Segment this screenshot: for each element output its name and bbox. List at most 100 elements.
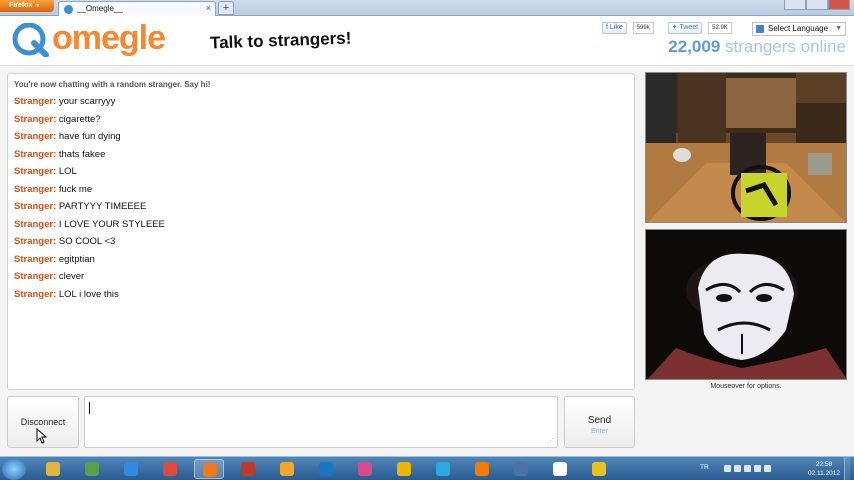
chat-message: Stranger: have fun dying bbox=[14, 128, 628, 146]
save-icon bbox=[514, 462, 528, 476]
firefox-menu-button[interactable]: Firefox ▼ bbox=[0, 0, 54, 12]
tagline: Talk to strangers! bbox=[209, 28, 352, 53]
yellow-app-icon bbox=[592, 462, 606, 476]
network-tray-icon[interactable] bbox=[734, 465, 741, 472]
like-count: 599k bbox=[632, 22, 654, 34]
chrome-icon bbox=[163, 462, 177, 476]
taskbar-button[interactable] bbox=[545, 459, 575, 479]
omegle-logo-icon[interactable] bbox=[12, 23, 50, 57]
taskbar-button[interactable] bbox=[194, 459, 224, 479]
flag-tray-icon[interactable] bbox=[754, 465, 761, 472]
minimize-button[interactable] bbox=[784, 0, 806, 10]
tab-title: __Omegle__ bbox=[77, 4, 123, 13]
send-button[interactable]: Send Enter bbox=[564, 396, 635, 448]
taskbar-button[interactable] bbox=[467, 459, 497, 479]
google-translate-icon bbox=[756, 25, 764, 33]
skype-icon bbox=[436, 462, 450, 476]
browser-tab-bar: Firefox ▼ __Omegle__ × + bbox=[0, 0, 854, 16]
clock[interactable]: 22:58 02.11.2012 bbox=[808, 460, 840, 478]
taskbar-button[interactable] bbox=[389, 459, 419, 479]
message-text: have fun dying bbox=[58, 131, 121, 142]
close-window-button[interactable] bbox=[828, 0, 850, 10]
taskbar-button[interactable] bbox=[38, 459, 68, 479]
internet-explorer-icon bbox=[124, 462, 138, 476]
windows-taskbar: TR 22:58 02.11.2012 bbox=[0, 456, 854, 480]
explorer-icon bbox=[46, 462, 60, 476]
show-desktop-button[interactable] bbox=[844, 457, 850, 480]
browser-tab[interactable]: __Omegle__ × bbox=[58, 1, 216, 16]
message-text: cigarette? bbox=[58, 113, 101, 125]
taskbar-button[interactable] bbox=[584, 459, 614, 479]
message-text: egitptian bbox=[58, 253, 95, 265]
site-header: omegle Talk to strangers! f Like 599k ✦ … bbox=[0, 16, 854, 66]
message-sender: Stranger: bbox=[14, 288, 57, 300]
taskbar-button[interactable] bbox=[311, 459, 341, 479]
message-text: thats fakee bbox=[58, 148, 106, 160]
chat-log[interactable]: You're now chatting with a random strang… bbox=[7, 73, 635, 390]
self-video[interactable] bbox=[645, 229, 847, 380]
chat-message: Stranger: thats fakee bbox=[14, 146, 628, 164]
message-text: SO COOL <3 bbox=[58, 236, 116, 247]
tweet-count: 52.9K bbox=[708, 22, 732, 34]
tweet-label: Tweet bbox=[679, 24, 699, 31]
message-text: PARTYYY TIMEEEE bbox=[58, 201, 147, 212]
tweet-button[interactable]: ✦ Tweet bbox=[667, 22, 703, 34]
message-text: LOL bbox=[58, 166, 77, 177]
chat-message: Stranger: PARTYYY TIMEEEE bbox=[14, 198, 628, 216]
message-list: Stranger: your scarryyy Stranger: cigaret… bbox=[14, 93, 628, 303]
picasa-icon bbox=[358, 462, 372, 476]
taskbar-button[interactable] bbox=[350, 459, 380, 479]
message-sender: Stranger: bbox=[14, 183, 57, 195]
chat-status: You're now chatting with a random strang… bbox=[14, 80, 211, 89]
volume-tray-icon[interactable] bbox=[744, 465, 751, 472]
chat-message: Stranger: LOL i love this bbox=[14, 286, 628, 304]
taskbar-button[interactable] bbox=[506, 459, 536, 479]
language-select-label: Select Language bbox=[768, 24, 829, 33]
facebook-like-button[interactable]: f Like bbox=[602, 22, 627, 34]
start-button[interactable] bbox=[2, 458, 26, 480]
chat-message: Stranger: clever bbox=[14, 268, 628, 286]
media-icon bbox=[280, 462, 294, 476]
counter-strike-icon bbox=[553, 462, 567, 476]
system-tray: TR 22:58 02.11.2012 bbox=[700, 457, 850, 480]
vlc-like-icon bbox=[397, 462, 411, 476]
chevron-down-icon: ▼ bbox=[35, 3, 41, 9]
power-tray-icon[interactable] bbox=[764, 465, 771, 472]
message-sender: Stranger: bbox=[14, 96, 57, 107]
taskbar-button[interactable] bbox=[428, 459, 458, 479]
tab-close-button[interactable]: × bbox=[206, 2, 211, 15]
chat-message: Stranger: LOL bbox=[14, 163, 628, 181]
maximize-button[interactable] bbox=[806, 0, 828, 10]
language-select[interactable]: Select Language ▼ bbox=[752, 22, 846, 36]
tray-arrow-icon[interactable] bbox=[724, 465, 731, 472]
message-text: clever bbox=[58, 271, 85, 282]
firefox-menu-label: Firefox bbox=[9, 2, 33, 9]
clock-date: 02.11.2012 bbox=[807, 470, 840, 477]
stranger-video[interactable] bbox=[645, 72, 847, 223]
omegle-favicon-icon bbox=[64, 5, 73, 14]
resize-grip-icon[interactable]: ⋰ bbox=[547, 437, 554, 445]
message-sender: Stranger: bbox=[14, 131, 57, 142]
message-text: I LOVE YOUR STYLEEE bbox=[58, 218, 165, 230]
new-tab-button[interactable]: + bbox=[218, 1, 234, 15]
message-sender: Stranger: bbox=[14, 271, 57, 282]
send-label: Send bbox=[587, 415, 612, 426]
game-icon bbox=[241, 462, 255, 476]
chat-message: Stranger: fuck me bbox=[14, 181, 628, 199]
online-counter: 22,009 strangers online bbox=[668, 37, 846, 57]
input-language[interactable]: TR bbox=[700, 464, 709, 471]
taskbar-button[interactable] bbox=[77, 459, 107, 479]
taskbar-button[interactable] bbox=[272, 459, 302, 479]
taskbar-button[interactable] bbox=[233, 459, 263, 479]
omegle-logo-text[interactable]: omegle bbox=[52, 19, 166, 58]
window-controls bbox=[784, 0, 850, 10]
chat-message: Stranger: your scarryyy bbox=[14, 93, 628, 111]
message-sender: Stranger: bbox=[14, 236, 57, 247]
message-text: LOL i love this bbox=[58, 288, 119, 300]
taskbar-button[interactable] bbox=[116, 459, 146, 479]
mouse-pointer-icon bbox=[36, 428, 48, 444]
tool-icon bbox=[319, 462, 333, 476]
text-caret bbox=[89, 402, 90, 414]
message-input[interactable]: ⋰ bbox=[84, 396, 558, 448]
taskbar-button[interactable] bbox=[155, 459, 185, 479]
